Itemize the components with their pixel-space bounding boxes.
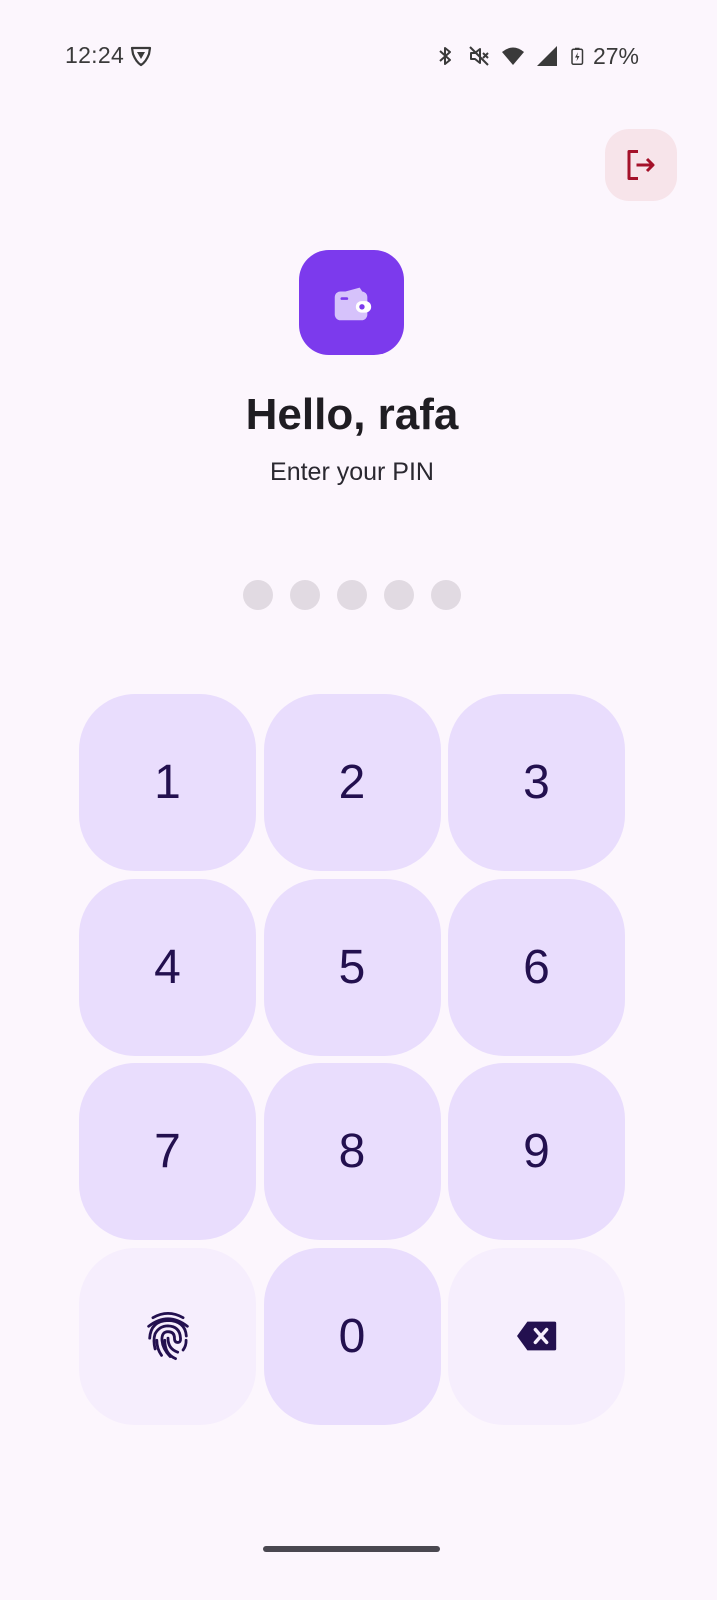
battery-percent: 27% [592, 42, 639, 69]
key-4[interactable]: 4 [79, 878, 256, 1056]
pin-dot [290, 580, 320, 610]
status-bar: 12:24 27% [0, 0, 717, 116]
key-2[interactable]: 2 [263, 694, 441, 871]
key-8[interactable]: 8 [263, 1063, 441, 1240]
key-9[interactable]: 9 [448, 1063, 625, 1240]
pin-keypad: 1 2 3 4 5 6 7 8 9 0 [79, 694, 625, 1425]
key-1[interactable]: 1 [79, 694, 256, 871]
backspace-icon [516, 1321, 556, 1351]
logout-button[interactable] [605, 129, 677, 201]
mute-icon [469, 46, 489, 66]
key-0[interactable]: 0 [263, 1247, 441, 1425]
key-5[interactable]: 5 [263, 878, 441, 1056]
fingerprint-icon [146, 1311, 189, 1361]
battery-charging-icon [571, 47, 584, 65]
key-7[interactable]: 7 [79, 1063, 256, 1240]
cell-signal-icon [536, 46, 557, 66]
app-logo [299, 250, 404, 355]
bluetooth-icon [439, 47, 451, 65]
pin-dot [243, 580, 273, 610]
fingerprint-button[interactable] [79, 1247, 256, 1425]
key-3[interactable]: 3 [448, 694, 625, 871]
pin-prompt: Enter your PIN [270, 458, 434, 486]
pin-dot [431, 580, 461, 610]
status-time: 12:24 [65, 42, 125, 68]
backspace-button[interactable] [448, 1247, 625, 1425]
greeting-title: Hello, rafa [245, 390, 459, 439]
wallet-icon [334, 287, 371, 320]
pin-indicator [243, 580, 461, 610]
wifi-icon [501, 47, 524, 65]
home-indicator[interactable] [263, 1546, 440, 1552]
logout-icon [627, 150, 655, 180]
pin-dot [384, 580, 414, 610]
pin-dot [337, 580, 367, 610]
status-icons: 27% [423, 42, 639, 70]
key-6[interactable]: 6 [448, 878, 625, 1056]
vpn-shield-icon [130, 46, 152, 67]
